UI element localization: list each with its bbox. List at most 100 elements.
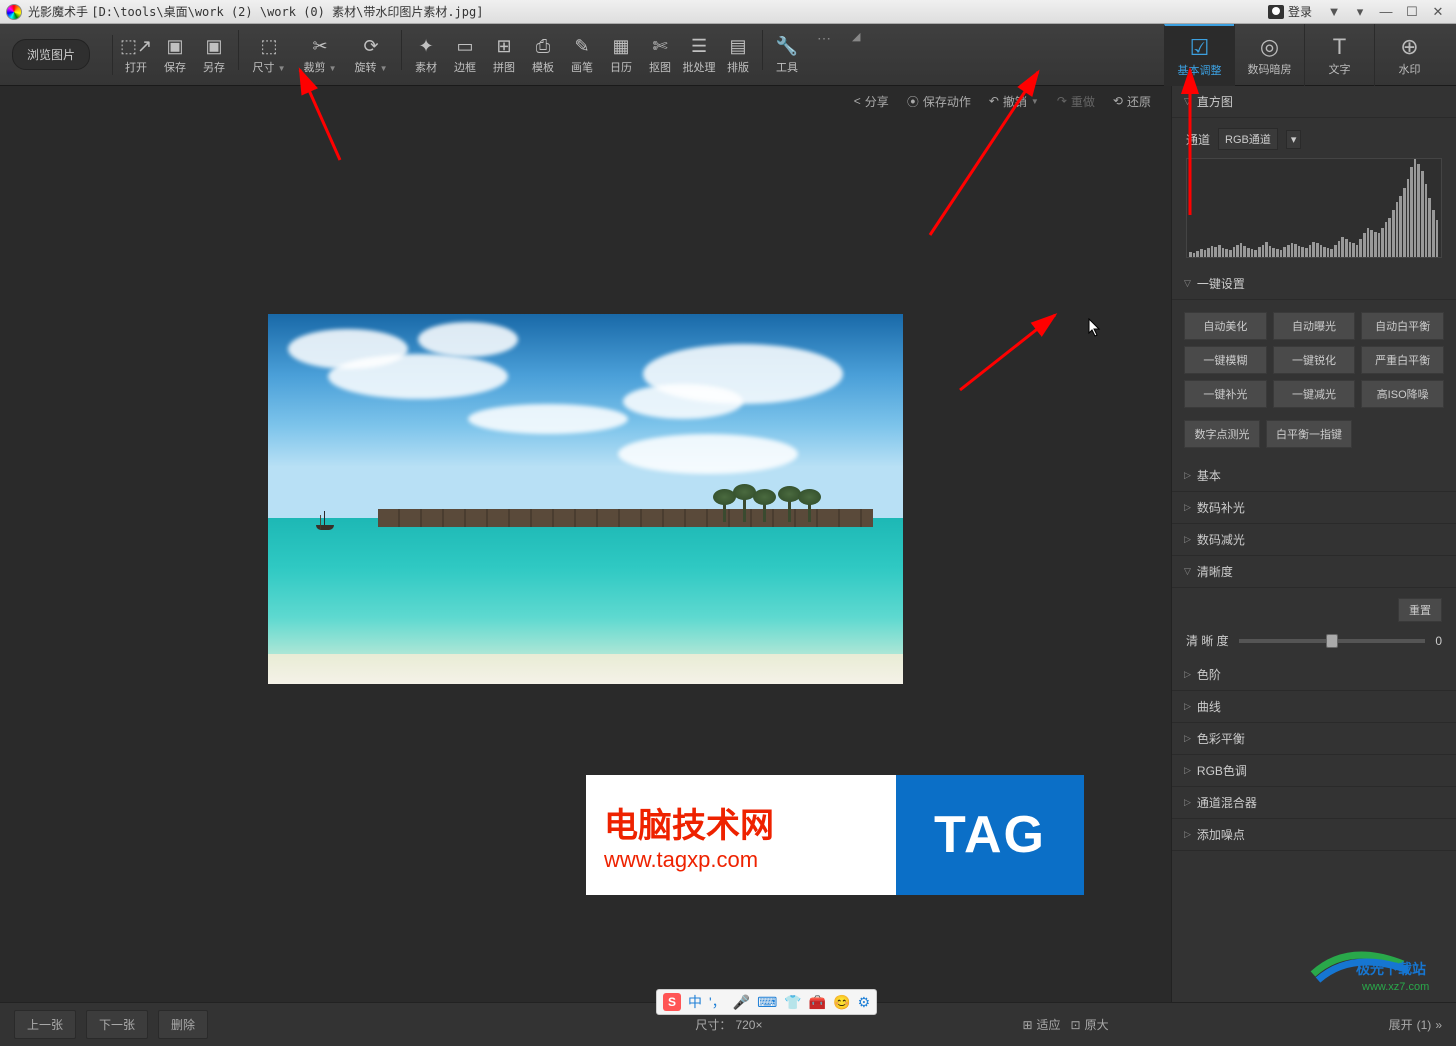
high-iso-denoise-button[interactable]: 高ISO降噪	[1361, 380, 1444, 408]
section-levels[interactable]: ▷色阶	[1172, 659, 1456, 691]
auto-exposure-button[interactable]: 自动曝光	[1273, 312, 1356, 340]
ime-settings-icon[interactable]: ⚙	[858, 994, 871, 1011]
collapse-icon: ▽	[1184, 278, 1191, 289]
tools-button[interactable]: 🔧工具	[768, 30, 806, 80]
crop-button[interactable]: ✂裁剪 ▼	[295, 30, 345, 80]
section-histogram[interactable]: ▽直方图	[1172, 86, 1456, 118]
batch-button[interactable]: ☰批处理	[680, 30, 718, 80]
rotate-button[interactable]: ⟳旋转 ▼	[346, 30, 396, 80]
spot-metering-button[interactable]: 数字点测光	[1184, 420, 1260, 448]
ime-face-icon[interactable]: 😊	[833, 994, 850, 1011]
share-button[interactable]: <分享	[854, 93, 889, 110]
section-curves[interactable]: ▷曲线	[1172, 691, 1456, 723]
ime-lang[interactable]: 中	[688, 992, 702, 1012]
camera-icon: ◎	[1260, 33, 1279, 61]
onekey-reduce-button[interactable]: 一键减光	[1273, 380, 1356, 408]
material-button[interactable]: ✦素材	[407, 30, 445, 80]
app-name: 光影魔术手	[28, 5, 88, 19]
wb-onefinger-button[interactable]: 白平衡一指键	[1266, 420, 1352, 448]
calendar-button[interactable]: ▦日历	[602, 30, 640, 80]
size-button[interactable]: ⬚尺寸 ▼	[244, 30, 294, 80]
heavy-whitebalance-button[interactable]: 严重白平衡	[1361, 346, 1444, 374]
ime-tool-icon[interactable]: 🧰	[809, 994, 826, 1011]
section-add-noise[interactable]: ▷添加噪点	[1172, 819, 1456, 851]
svg-text:www.xz7.com: www.xz7.com	[1361, 981, 1429, 993]
expand-icon: ▷	[1184, 502, 1191, 513]
saveas-button[interactable]: ▣另存	[195, 30, 233, 80]
channel-select[interactable]: RGB通道	[1218, 128, 1278, 150]
main-toolbar: 浏览图片 ⬚↗打开 ▣保存 ▣另存 ⬚尺寸 ▼ ✂裁剪 ▼ ⟳旋转 ▼ ✦素材 …	[0, 24, 1456, 86]
close-button[interactable]: ✕	[1426, 3, 1450, 21]
app-logo-icon	[6, 4, 22, 20]
ime-punct-icon[interactable]: '，	[709, 992, 726, 1012]
maximize-button[interactable]: ☐	[1400, 3, 1424, 21]
slider-thumb[interactable]	[1326, 634, 1338, 648]
auto-beautify-button[interactable]: 自动美化	[1184, 312, 1267, 340]
save-button[interactable]: ▣保存	[156, 30, 194, 80]
tab-watermark[interactable]: ⊕水印	[1374, 24, 1444, 86]
cutout-button[interactable]: ✄抠图	[641, 30, 679, 80]
collage-icon: ⊞	[496, 35, 511, 59]
reset-button[interactable]: 重置	[1398, 598, 1442, 622]
prev-button[interactable]: 上一张	[14, 1010, 76, 1039]
compact-icon[interactable]: ▾	[1348, 3, 1372, 21]
minimize-button[interactable]: —	[1374, 3, 1398, 21]
section-basic[interactable]: ▷基本	[1172, 460, 1456, 492]
section-channel-mixer[interactable]: ▷通道混合器	[1172, 787, 1456, 819]
section-onekey[interactable]: ▽一键设置	[1172, 268, 1456, 300]
expand-icon: ▷	[1184, 669, 1191, 680]
collapse-icon: ▽	[1184, 566, 1191, 577]
size-icon: ⬚	[261, 35, 278, 59]
tab-text[interactable]: T文字	[1304, 24, 1374, 86]
file-path: [D:\tools\桌面\work (2) \work (0) 素材\带水印图片…	[91, 5, 483, 19]
expand-arrow-icon[interactable]: ◢	[842, 30, 870, 80]
calendar-icon: ▦	[613, 35, 630, 59]
adjust-icon: ☑	[1190, 34, 1210, 62]
image-preview[interactable]	[268, 314, 903, 684]
ime-skin-icon[interactable]: 👕	[784, 994, 801, 1011]
section-digital-fill[interactable]: ▷数码补光	[1172, 492, 1456, 524]
clarity-slider[interactable]	[1239, 639, 1426, 643]
brush-button[interactable]: ✎画笔	[563, 30, 601, 80]
original-size-button[interactable]: ⊡ 原大	[1071, 1016, 1109, 1033]
fit-button[interactable]: ⊞ 适应	[1022, 1016, 1060, 1033]
template-button[interactable]: ⎙模板	[524, 30, 562, 80]
ime-keyboard-icon[interactable]: ⌨	[757, 994, 777, 1011]
batch-icon: ☰	[691, 35, 707, 59]
tab-darkroom[interactable]: ◎数码暗房	[1234, 24, 1304, 86]
login-button[interactable]: 登录	[1268, 3, 1312, 20]
frame-button[interactable]: ▭边框	[446, 30, 484, 80]
expand-icon: ▷	[1184, 470, 1191, 481]
ime-toolbar[interactable]: S 中 '， 🎤 ⌨ 👕 🧰 😊 ⚙	[656, 989, 877, 1015]
dropdown-icon[interactable]: ▼	[1322, 3, 1346, 21]
expand-button[interactable]: 展开(1) »	[1389, 1016, 1442, 1033]
save-action-button[interactable]: ⦿保存动作	[907, 93, 971, 110]
section-clarity[interactable]: ▽清晰度	[1172, 556, 1456, 588]
tab-basic-adjust[interactable]: ☑基本调整	[1164, 24, 1234, 86]
ime-mic-icon[interactable]: 🎤	[733, 994, 750, 1011]
browse-images-button[interactable]: 浏览图片	[12, 39, 90, 70]
collapse-icon: ▽	[1184, 96, 1191, 107]
redo-button[interactable]: ↷重做	[1057, 93, 1095, 110]
onekey-blur-button[interactable]: 一键模糊	[1184, 346, 1267, 374]
section-digital-reduce[interactable]: ▷数码减光	[1172, 524, 1456, 556]
channel-dropdown[interactable]: ▾	[1286, 130, 1302, 149]
layout-button[interactable]: ▤排版	[719, 30, 757, 80]
watermark-overlay: 电脑技术网 www.tagxp.com TAG	[586, 775, 1084, 895]
channel-label: 通道	[1186, 131, 1210, 148]
section-color-balance[interactable]: ▷色彩平衡	[1172, 723, 1456, 755]
undo-button[interactable]: ↶撤销▼	[989, 93, 1039, 110]
delete-button[interactable]: 删除	[158, 1010, 208, 1039]
onekey-sharpen-button[interactable]: 一键锐化	[1273, 346, 1356, 374]
expand-icon: ▷	[1184, 829, 1191, 840]
layout-icon: ▤	[730, 35, 747, 59]
auto-whitebalance-button[interactable]: 自动白平衡	[1361, 312, 1444, 340]
collage-button[interactable]: ⊞拼图	[485, 30, 523, 80]
section-rgb-tone[interactable]: ▷RGB色调	[1172, 755, 1456, 787]
restore-button[interactable]: ⟲还原	[1113, 93, 1151, 110]
next-button[interactable]: 下一张	[86, 1010, 148, 1039]
right-panel: ▽直方图 通道 RGB通道 ▾ ▽一键设置 自动美化 自动曝光 自动白平衡 一键…	[1171, 86, 1456, 1002]
more-icon[interactable]: ⋯	[807, 30, 841, 80]
open-button[interactable]: ⬚↗打开	[117, 30, 155, 80]
onekey-fill-button[interactable]: 一键补光	[1184, 380, 1267, 408]
